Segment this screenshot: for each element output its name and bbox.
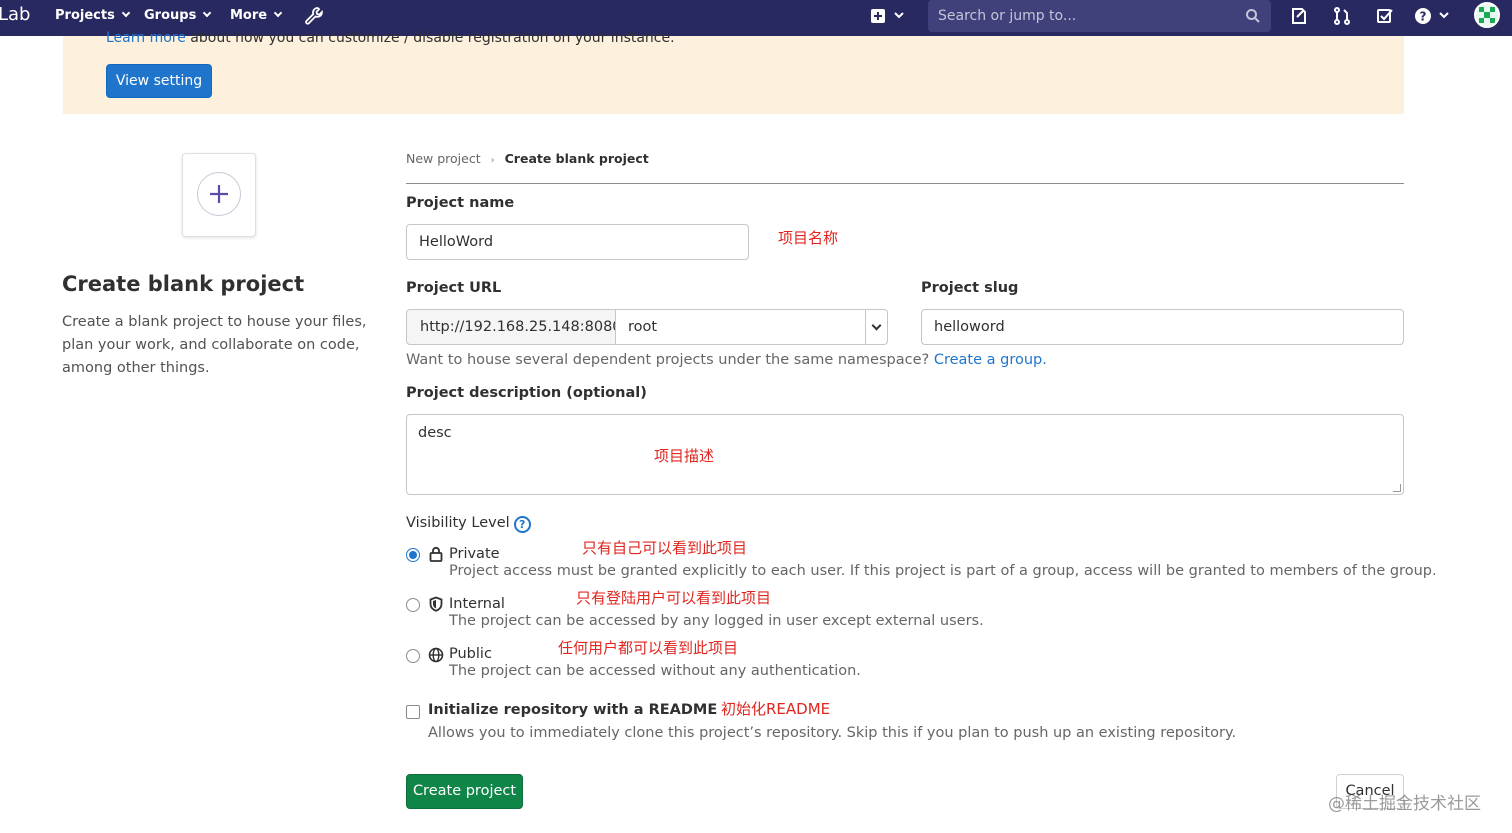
resize-handle-icon[interactable]: [1393, 484, 1401, 492]
divider: [406, 183, 1404, 184]
learn-more-link[interactable]: Learn more: [106, 30, 186, 46]
readme-checkbox[interactable]: [406, 705, 420, 719]
search-icon: [1246, 9, 1260, 23]
nav-groups[interactable]: Groups: [144, 8, 212, 23]
annotation-public: 任何用户都可以看到此项目: [558, 639, 739, 657]
visibility-heading: Visibility Level?: [406, 515, 531, 533]
view-setting-button[interactable]: View setting: [106, 64, 212, 98]
lock-icon: [429, 546, 443, 562]
visibility-internal-radio[interactable]: [406, 598, 420, 612]
description-textarea[interactable]: desc: [406, 414, 1404, 495]
blank-project-card: [182, 153, 256, 237]
issues-icon[interactable]: [1289, 6, 1309, 26]
chevron-down-icon: [203, 8, 212, 18]
banner-text: Learn more about how you can customize /…: [106, 30, 675, 46]
project-url-prefix: http://192.168.25.148:8080/: [406, 309, 626, 345]
project-slug-label: Project slug: [921, 280, 1019, 296]
create-project-button[interactable]: Create project: [406, 774, 523, 809]
search-input[interactable]: Search or jump to...: [928, 0, 1271, 32]
description-label: Project description (optional): [406, 385, 647, 401]
readme-description: Allows you to immediately clone this pro…: [428, 725, 1237, 741]
namespace-dropdown-button[interactable]: [865, 309, 888, 345]
breadcrumb-new-project[interactable]: New project: [406, 151, 481, 166]
page-title: Create blank project: [62, 272, 305, 296]
wrench-icon[interactable]: [304, 6, 324, 26]
visibility-label: Visibility Level: [406, 515, 510, 531]
create-group-link[interactable]: Create a group.: [934, 352, 1047, 368]
annotation-internal: 只有登陆用户可以看到此项目: [576, 589, 772, 607]
nav-more[interactable]: More: [230, 8, 283, 23]
help-icon[interactable]: ?: [1413, 6, 1433, 26]
description-value: desc: [418, 425, 452, 441]
namespace-help-message: Want to house several dependent projects…: [406, 352, 930, 368]
user-avatar[interactable]: [1474, 2, 1500, 28]
shield-icon: [429, 596, 443, 612]
banner-message: about how you can customize / disable re…: [185, 30, 675, 46]
nav-more-label: More: [230, 8, 268, 23]
annotation-private: 只有自己可以看到此项目: [582, 539, 748, 557]
globe-icon: [428, 647, 444, 663]
chevron-down-icon: [871, 320, 882, 331]
plus-icon: [210, 185, 228, 203]
project-url-label: Project URL: [406, 280, 502, 296]
project-name-input[interactable]: HelloWord: [406, 224, 749, 260]
visibility-private-radio[interactable]: [406, 548, 420, 562]
breadcrumb-current: Create blank project: [504, 151, 649, 166]
namespace-select[interactable]: root: [615, 309, 866, 345]
annotation-description: 项目描述: [654, 447, 715, 465]
visibility-internal-label[interactable]: Internal: [449, 596, 505, 612]
registration-banner: Learn more about how you can customize /…: [63, 30, 1404, 114]
project-slug-input[interactable]: helloword: [921, 309, 1404, 345]
watermark: @稀土掘金技术社区: [1328, 794, 1481, 814]
merge-request-icon[interactable]: [1332, 6, 1352, 26]
chevron-down-icon[interactable]: [894, 10, 904, 20]
annotation-project-name: 项目名称: [778, 229, 839, 247]
visibility-public-desc: The project can be accessed without any …: [449, 663, 861, 679]
visibility-public-label[interactable]: Public: [449, 646, 492, 662]
search-placeholder: Search or jump to...: [938, 8, 1077, 24]
nav-projects[interactable]: Projects: [55, 8, 131, 23]
svg-text:?: ?: [1420, 10, 1427, 24]
visibility-public-radio[interactable]: [406, 649, 420, 663]
readme-label[interactable]: Initialize repository with a README: [428, 702, 717, 718]
breadcrumb: New project › Create blank project: [406, 151, 649, 166]
visibility-private-label[interactable]: Private: [449, 546, 500, 562]
avatar-identicon-icon: [1479, 7, 1495, 23]
plus-circle: [197, 172, 241, 216]
visibility-internal-desc: The project can be accessed by any logge…: [449, 613, 984, 629]
namespace-help-text: Want to house several dependent projects…: [406, 352, 1047, 368]
chevron-down-icon[interactable]: [1439, 10, 1449, 20]
nav-projects-label: Projects: [55, 8, 115, 23]
new-item-plus-icon[interactable]: [870, 8, 886, 24]
project-name-label: Project name: [406, 195, 515, 211]
chevron-down-icon: [121, 8, 131, 18]
annotation-readme: 初始化README: [721, 700, 831, 718]
visibility-private-desc: Project access must be granted explicitl…: [449, 563, 1437, 579]
chevron-right-icon: ›: [490, 155, 495, 166]
nav-groups-label: Groups: [144, 8, 197, 23]
page-description: Create a blank project to house your fil…: [62, 314, 367, 376]
todo-icon[interactable]: [1375, 6, 1395, 26]
question-circle-icon[interactable]: ?: [513, 516, 531, 533]
chevron-down-icon: [273, 8, 283, 18]
brand-logo[interactable]: Lab: [0, 4, 30, 25]
